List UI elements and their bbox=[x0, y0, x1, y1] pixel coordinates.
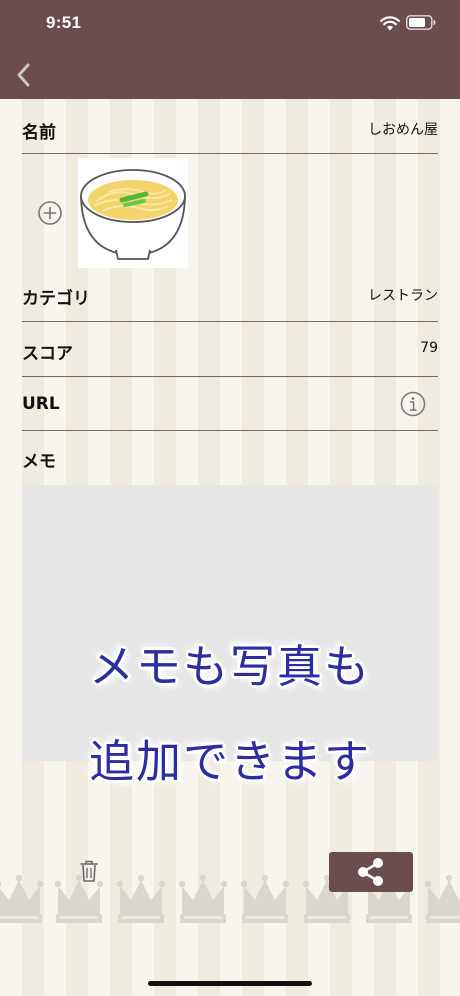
ramen-bowl-illustration bbox=[80, 169, 186, 260]
name-value[interactable]: しおめん屋 bbox=[368, 119, 438, 139]
status-time: 9:51 bbox=[46, 13, 82, 32]
promo-text-line-2: 追加できます bbox=[88, 735, 371, 788]
crown-icon bbox=[424, 874, 460, 923]
share-icon bbox=[358, 858, 383, 886]
wifi-icon bbox=[380, 16, 400, 31]
delete-button[interactable] bbox=[78, 859, 100, 883]
info-button[interactable] bbox=[400, 391, 426, 417]
crown-icon bbox=[116, 874, 166, 923]
trash-icon bbox=[80, 860, 98, 882]
chevron-left-icon bbox=[17, 63, 30, 87]
memo-row: メモ bbox=[22, 444, 438, 474]
info-icon bbox=[400, 391, 426, 417]
url-label: URL bbox=[22, 394, 60, 414]
add-photo-button[interactable] bbox=[37, 200, 63, 226]
name-row[interactable]: 名前 しおめん屋 bbox=[22, 112, 438, 146]
divider bbox=[22, 430, 438, 431]
back-button[interactable] bbox=[6, 58, 40, 92]
share-button[interactable] bbox=[329, 852, 413, 892]
name-label: 名前 bbox=[22, 123, 56, 143]
ramen-bowl-photo[interactable] bbox=[78, 158, 188, 268]
divider bbox=[22, 321, 438, 322]
category-label: カテゴリ bbox=[22, 289, 90, 309]
promo-text-line-1: メモも写真も bbox=[88, 640, 371, 693]
navigation-header: 9:51 bbox=[0, 0, 460, 99]
crown-icon bbox=[240, 874, 290, 923]
url-row[interactable]: URL bbox=[22, 390, 438, 424]
plus-circle-icon bbox=[38, 201, 62, 225]
battery-icon bbox=[406, 15, 436, 30]
category-row[interactable]: カテゴリ レストラン bbox=[22, 280, 438, 314]
category-value[interactable]: レストラン bbox=[368, 285, 438, 305]
memo-textarea[interactable] bbox=[22, 485, 438, 761]
score-label: スコア bbox=[22, 344, 73, 364]
divider bbox=[22, 376, 438, 377]
memo-label: メモ bbox=[22, 452, 56, 472]
score-value[interactable]: 79 bbox=[420, 340, 438, 356]
score-row[interactable]: スコア 79 bbox=[22, 336, 438, 370]
crown-icon bbox=[0, 874, 44, 923]
divider bbox=[22, 153, 438, 154]
home-indicator bbox=[148, 981, 312, 986]
crown-icon bbox=[178, 874, 228, 923]
